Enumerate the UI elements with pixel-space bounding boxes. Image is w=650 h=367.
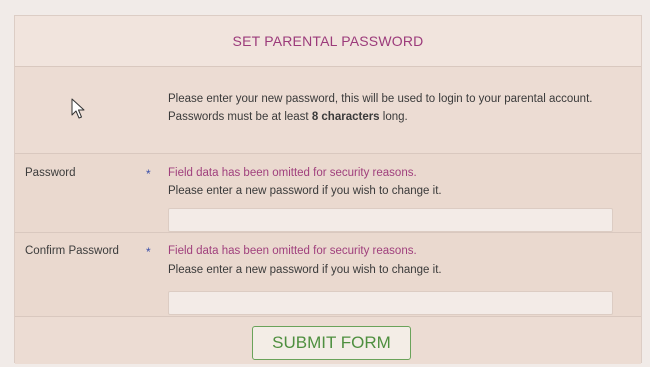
intro-section: Please enter your new password, this wil…: [15, 67, 641, 154]
form-title: SET PARENTAL PASSWORD: [232, 33, 424, 49]
intro-line-1: Please enter your new password, this wil…: [168, 93, 593, 105]
intro-line-2: Passwords must be at least 8 characters …: [168, 108, 638, 126]
omitted-message: Field data has been omitted for security…: [168, 167, 417, 179]
password-hint: Please enter a new password if you wish …: [168, 185, 442, 197]
set-password-panel: SET PARENTAL PASSWORD Please enter your …: [14, 15, 642, 364]
form-footer: SUBMIT FORM: [15, 317, 641, 364]
password-row: Password * Field data has been omitted f…: [15, 154, 641, 233]
required-marker: *: [146, 245, 151, 259]
confirm-password-field[interactable]: [168, 291, 613, 315]
min-length-emphasis: 8 characters: [311, 111, 380, 123]
password-field[interactable]: [168, 208, 613, 232]
intro-text: Please enter your new password, this wil…: [168, 90, 638, 126]
intro-line-2-suffix: long.: [379, 111, 408, 123]
confirm-password-label: Confirm Password: [25, 245, 119, 257]
confirm-password-row: Confirm Password * Field data has been o…: [15, 233, 641, 317]
mouse-pointer-icon: [71, 98, 85, 119]
password-label: Password: [25, 167, 76, 179]
required-marker: *: [146, 167, 151, 181]
submit-form-button[interactable]: SUBMIT FORM: [252, 326, 411, 360]
form-header: SET PARENTAL PASSWORD: [15, 16, 641, 67]
omitted-message: Field data has been omitted for security…: [168, 245, 417, 257]
intro-line-2-prefix: Passwords must be at least: [168, 111, 312, 123]
confirm-password-hint: Please enter a new password if you wish …: [168, 264, 442, 276]
